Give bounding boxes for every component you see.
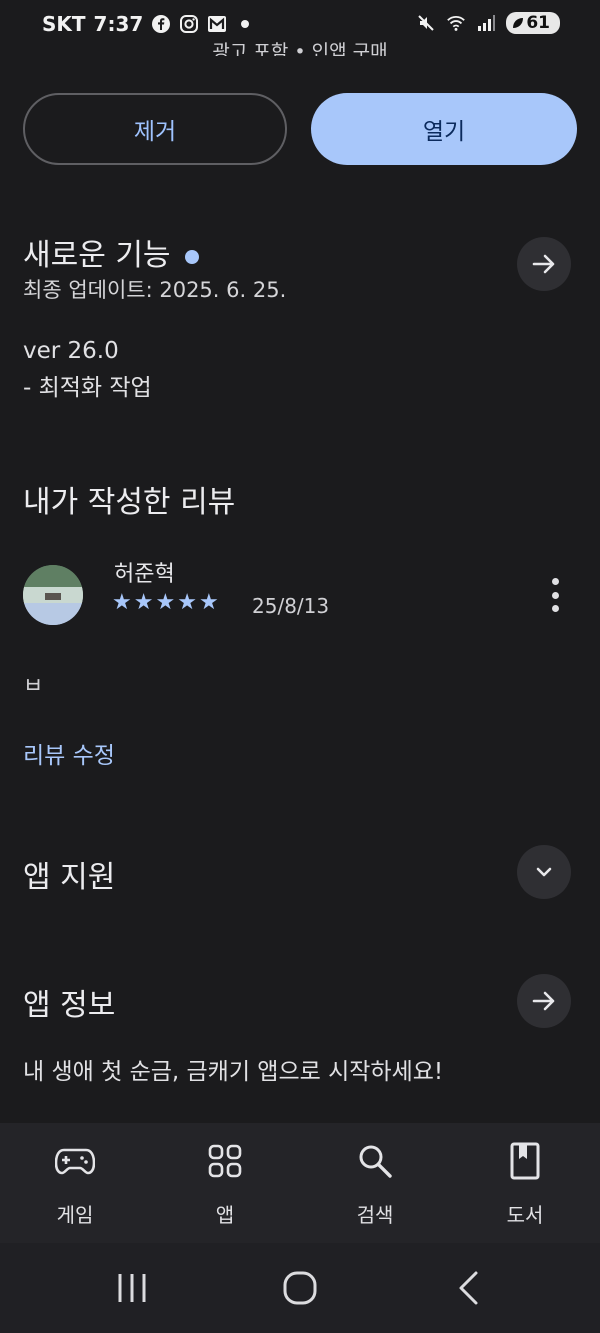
avatar-photo [23,565,83,625]
review-date: 25/8/13 [252,594,330,618]
star-icon: ★ [112,590,132,615]
clock: 7:37 [93,12,144,36]
reviewer-name: 허준혁 [114,562,175,587]
more-notifications-dot-icon [235,14,255,34]
wifi-icon [446,13,466,33]
battery-leaf-icon [513,18,524,28]
app-info-title: 앱 정보 [23,988,116,1023]
my-review-title: 내가 작성한 리뷰 [23,485,236,520]
battery-indicator: 61 [506,12,560,34]
apps-grid-icon [175,1141,275,1181]
nav-item-apps[interactable]: 앱 [175,1141,275,1228]
back-icon[interactable] [454,1270,482,1310]
arrow-right-icon [532,991,555,1011]
open-button[interactable]: 열기 [311,93,577,165]
review-body: ㅂ [23,676,44,696]
recent-apps-icon[interactable] [112,1271,152,1309]
facebook-icon [151,14,171,34]
last-updated-text: 최종 업데이트: 2025. 6. 25. [23,278,287,302]
whats-new-title-text: 새로운 기능 [23,238,171,273]
gamepad-icon [25,1141,125,1181]
bottom-navigation: 게임 앱 검색 도서 [0,1123,600,1243]
version-text: ver 26.0 [23,338,119,364]
nav-label-apps: 앱 [215,1203,235,1227]
system-navigation-bar [0,1243,600,1333]
star-icon: ★ [177,590,197,615]
app-support-title: 앱 지원 [23,860,116,895]
mute-icon [416,13,436,33]
star-icon: ★ [155,590,176,615]
status-right: 61 [416,12,560,34]
nav-label-books: 도서 [506,1203,544,1227]
nav-item-books[interactable]: 도서 [475,1141,575,1228]
nav-label-games: 게임 [56,1203,94,1227]
book-icon [475,1141,575,1181]
nav-label-search: 검색 [356,1203,394,1227]
status-left: SKT 7:37 [42,12,255,36]
whats-new-title: 새로운 기능 [23,230,199,274]
release-notes-text: - 최적화 작업 [23,375,152,401]
star-rating: ★ ★ ★ ★ ★ [112,592,219,614]
app-tags-text: 광고 포함 • 인앱 구매 [212,41,388,56]
nav-item-search[interactable]: 검색 [325,1141,425,1228]
star-icon: ★ [198,590,219,615]
new-indicator-dot [184,249,199,264]
instagram-icon [179,14,199,34]
app-support-expand-button[interactable] [517,845,571,899]
whats-new-arrow-button[interactable] [517,237,571,291]
battery-level: 61 [526,13,550,33]
carrier-label: SKT [42,12,86,36]
chevron-down-icon [536,867,552,877]
gmail-icon [207,14,227,34]
more-options-icon[interactable] [546,578,564,612]
remove-button[interactable]: 제거 [23,93,287,165]
app-info-arrow-button[interactable] [517,974,571,1028]
avatar[interactable] [23,565,83,625]
arrow-right-icon [532,254,555,274]
nav-item-games[interactable]: 게임 [25,1141,125,1228]
star-icon: ★ [133,590,154,615]
app-description: 내 생애 첫 순금, 금캐기 앱으로 시작하세요! [23,1059,444,1085]
edit-review-link[interactable]: 리뷰 수정 [23,736,115,770]
search-icon [325,1141,425,1181]
signal-icon [476,13,496,33]
home-icon[interactable] [282,1270,318,1310]
